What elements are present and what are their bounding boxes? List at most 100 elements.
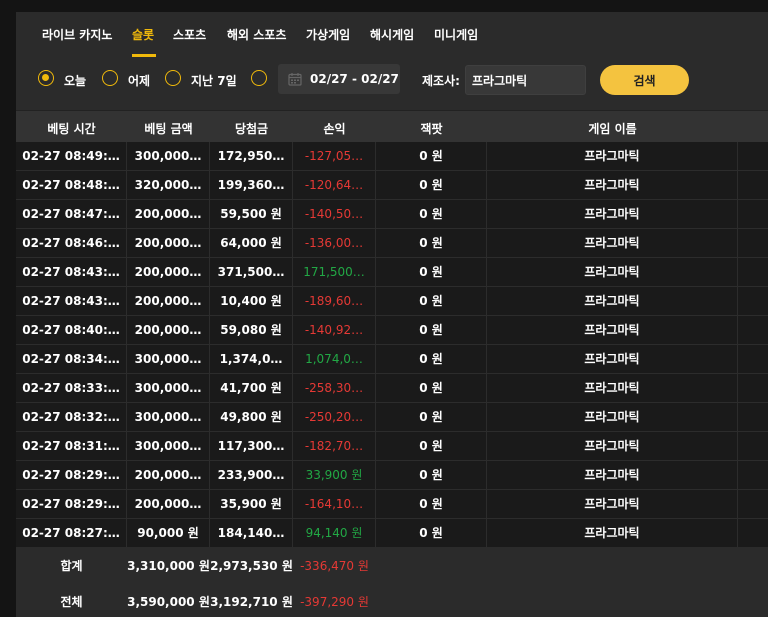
- totals-section: 합계 3,310,000 원 2,973,530 원 -336,470 원 전체…: [16, 547, 768, 617]
- radio-today-label: 오늘: [64, 74, 87, 88]
- header-bet-amount: 베팅 금액: [144, 122, 193, 136]
- cell-win-amount: 233,900…: [210, 461, 293, 489]
- table-row: 02-27 08:32:… 300,000… 49,800 원 -250,20… 0 원…: [16, 403, 768, 432]
- cell-game-name: 프라그마틱: [487, 374, 738, 402]
- cell-profit-loss: -250,20…: [293, 403, 376, 431]
- table-row: 02-27 08:29:… 200,000… 233,900… 33,900 원0 원…: [16, 461, 768, 490]
- grand-total-row: 전체 3,590,000 원 3,192,710 원 -397,290 원: [16, 587, 768, 617]
- table-row: 02-27 08:27:… 90,000 원 184,140… 94,140 원0 원…: [16, 519, 768, 548]
- cell-bet-amount: 300,000…: [127, 345, 210, 373]
- table-row: 02-27 08:46:… 200,000… 64,000 원 -136,00… 0 원…: [16, 229, 768, 258]
- table-row: 02-27 08:47:… 200,000… 59,500 원 -140,50… 0 원…: [16, 200, 768, 229]
- cell-jackpot: 0 원: [376, 287, 487, 315]
- filter-bar: 오늘 어제 지난 7일 02/27 - 02/27 제조사: 검색: [16, 62, 768, 102]
- cell-profit-loss: -136,00…: [293, 229, 376, 257]
- table-row: 02-27 08:29:… 200,000… 35,900 원 -164,10… 0 원…: [16, 490, 768, 519]
- radio-custom-range[interactable]: [251, 70, 267, 86]
- cell-bet-amount: 300,000…: [127, 432, 210, 460]
- cell-game-name: 프라그마틱: [487, 258, 738, 286]
- active-tab-indicator: [132, 54, 156, 57]
- search-button[interactable]: 검색: [600, 65, 689, 95]
- betting-history-panel: 라이브 카지노 슬롯 스포츠 해외 스포츠 가상게임 해시게임 미니게임 오늘 …: [16, 12, 768, 617]
- radio-yesterday[interactable]: [102, 70, 118, 86]
- cell-win-amount: 41,700 원: [210, 374, 293, 402]
- cell-win-amount: 172,950…: [210, 142, 293, 170]
- cell-bet-amount: 200,000…: [127, 200, 210, 228]
- cell-extra: [738, 142, 768, 170]
- tab-overseas-sports[interactable]: 해외 스포츠: [227, 26, 286, 43]
- cell-game-name: 프라그마틱: [487, 519, 738, 547]
- radio-today[interactable]: [38, 70, 54, 86]
- cell-profit-loss: -258,30…: [293, 374, 376, 402]
- tab-live-casino[interactable]: 라이브 카지노: [42, 26, 112, 43]
- table-row: 02-27 08:40:… 200,000… 59,080 원 -140,92… 0 원…: [16, 316, 768, 345]
- cell-jackpot: 0 원: [376, 374, 487, 402]
- header-game-name: 게임 이름: [588, 122, 637, 136]
- date-range-text: 02/27 - 02/27: [310, 72, 399, 86]
- cell-extra: [738, 316, 768, 344]
- cell-bet-time: 02-27 08:29:…: [16, 490, 127, 518]
- cell-profit-loss: -127,05…: [293, 142, 376, 170]
- cell-win-amount: 371,500…: [210, 258, 293, 286]
- cell-extra: [738, 171, 768, 199]
- cell-jackpot: 0 원: [376, 461, 487, 489]
- cell-profit-loss: -182,70…: [293, 432, 376, 460]
- cell-win-amount: 35,900 원: [210, 490, 293, 518]
- cell-jackpot: 0 원: [376, 345, 487, 373]
- cell-jackpot: 0 원: [376, 229, 487, 257]
- cell-profit-loss: 171,500…: [293, 258, 376, 286]
- cell-win-amount: 59,080 원: [210, 316, 293, 344]
- cell-game-name: 프라그마틱: [487, 490, 738, 518]
- cell-game-name: 프라그마틱: [487, 461, 738, 489]
- cell-win-amount: 1,374,0…: [210, 345, 293, 373]
- cell-bet-amount: 200,000…: [127, 316, 210, 344]
- cell-bet-amount: 200,000…: [127, 461, 210, 489]
- cell-jackpot: 0 원: [376, 432, 487, 460]
- cell-win-amount: 59,500 원: [210, 200, 293, 228]
- grand-total-label: 전체: [60, 595, 83, 609]
- cell-game-name: 프라그마틱: [487, 345, 738, 373]
- cell-bet-amount: 90,000 원: [127, 519, 210, 547]
- cell-bet-time: 02-27 08:49:…: [16, 142, 127, 170]
- table-row: 02-27 08:31:… 300,000… 117,300… -182,70… 0 원…: [16, 432, 768, 461]
- tab-mini-game[interactable]: 미니게임: [434, 26, 478, 43]
- cell-profit-loss: -140,92…: [293, 316, 376, 344]
- cell-game-name: 프라그마틱: [487, 316, 738, 344]
- cell-jackpot: 0 원: [376, 171, 487, 199]
- subtotal-label: 합계: [60, 559, 83, 573]
- cell-extra: [738, 432, 768, 460]
- table-body: 02-27 08:49:… 300,000… 172,950… -127,05… 0 원…: [16, 142, 768, 548]
- cell-extra: [738, 200, 768, 228]
- table-row: 02-27 08:34:… 300,000… 1,374,0… 1,074,0… 0 원…: [16, 345, 768, 374]
- radio-last-7-days[interactable]: [165, 70, 181, 86]
- cell-bet-amount: 200,000…: [127, 287, 210, 315]
- tab-sports[interactable]: 스포츠: [173, 26, 206, 43]
- cell-extra: [738, 403, 768, 431]
- cell-bet-amount: 200,000…: [127, 229, 210, 257]
- cell-bet-time: 02-27 08:31:…: [16, 432, 127, 460]
- cell-game-name: 프라그마틱: [487, 200, 738, 228]
- tab-virtual-game[interactable]: 가상게임: [306, 26, 350, 43]
- cell-profit-loss: 94,140 원: [293, 519, 376, 547]
- subtotal-profit-loss: -336,470 원: [300, 559, 369, 573]
- grand-total-win: 3,192,710 원: [210, 595, 293, 609]
- maker-label: 제조사:: [422, 74, 460, 88]
- cell-jackpot: 0 원: [376, 316, 487, 344]
- cell-game-name: 프라그마틱: [487, 432, 738, 460]
- cell-jackpot: 0 원: [376, 519, 487, 547]
- cell-bet-amount: 320,000…: [127, 171, 210, 199]
- cell-extra: [738, 461, 768, 489]
- tab-slot[interactable]: 슬롯: [132, 26, 154, 43]
- cell-profit-loss: -164,10…: [293, 490, 376, 518]
- table-row: 02-27 08:33:… 300,000… 41,700 원 -258,30… 0 원…: [16, 374, 768, 403]
- cell-profit-loss: 33,900 원: [293, 461, 376, 489]
- tab-hash-game[interactable]: 해시게임: [370, 26, 414, 43]
- maker-input[interactable]: [465, 65, 586, 95]
- cell-game-name: 프라그마틱: [487, 287, 738, 315]
- table-header: 베팅 시간 베팅 금액 당첨금 손익 잭팟 게임 이름: [16, 110, 768, 144]
- date-range-picker[interactable]: 02/27 - 02/27: [278, 64, 400, 94]
- cell-bet-time: 02-27 08:48:…: [16, 171, 127, 199]
- cell-profit-loss: -189,60…: [293, 287, 376, 315]
- cell-profit-loss: -120,64…: [293, 171, 376, 199]
- cell-game-name: 프라그마틱: [487, 229, 738, 257]
